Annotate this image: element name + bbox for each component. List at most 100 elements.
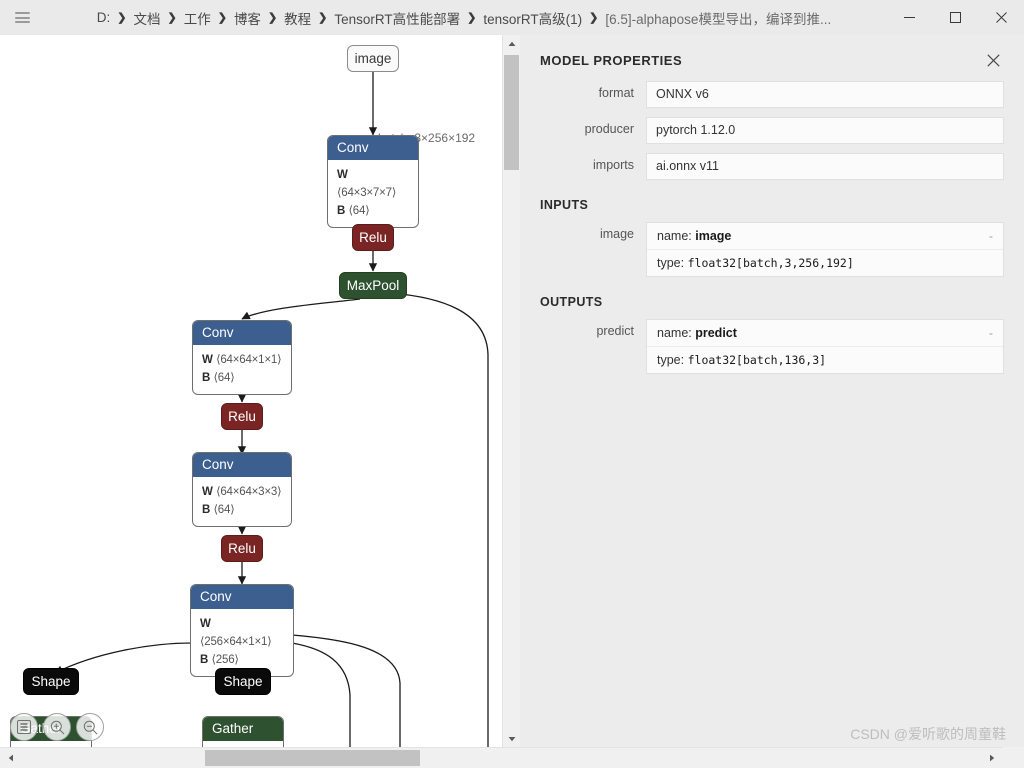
graph-node-conv-3[interactable]: Conv W ⟨64×64×3×3⟩ B ⟨64⟩ [192,452,292,527]
bias-value: ⟨256⟩ [211,654,239,666]
breadcrumb-item-2[interactable]: 工作 [184,8,211,28]
graph-node-gather-2[interactable]: Gather indices ⟨⟩ [202,716,284,747]
graph-canvas[interactable]: image batch×3×256×192 Conv W ⟨64×3×7×7⟩ … [0,35,520,747]
graph-node-conv-4[interactable]: Conv W ⟨256×64×1×1⟩ B ⟨256⟩ [190,584,294,677]
hamburger-menu-button[interactable] [0,0,44,35]
property-label: imports [593,158,634,172]
properties-close-button[interactable] [982,49,1004,71]
node-label: MaxPool [346,278,400,293]
breadcrumb-item-5[interactable]: TensorRT高性能部署 [334,8,460,28]
graph-node-shape-2[interactable]: Shape [215,668,271,695]
node-header: Gather [203,717,283,741]
property-value[interactable]: ONNX v6 [646,81,1004,108]
bias-key: B [337,205,346,217]
graph-horizontal-scrollbar[interactable] [0,747,1024,768]
zoom-in-icon [50,720,64,734]
node-header: Conv [193,321,291,345]
scroll-thumb-vertical[interactable] [504,55,519,170]
property-row-format: format ONNX v6 [540,81,1004,108]
graph-node-maxpool[interactable]: MaxPool [339,272,407,299]
output-collapse-toggle[interactable]: - [989,326,993,340]
breadcrumb-separator-icon: ❯ [467,12,477,24]
breadcrumb-item-7[interactable]: [6.5]-alphapose模型导出，编译到推... [605,8,831,28]
scroll-right-button[interactable] [983,748,1000,768]
scroll-down-button[interactable] [503,730,520,747]
breadcrumb-item-1[interactable]: 文档 [134,8,161,28]
node-body: W ⟨64×3×7×7⟩ B ⟨64⟩ [328,160,418,227]
property-value[interactable]: ai.onnx v11 [646,153,1004,180]
window-controls [886,0,1024,35]
section-title-outputs: OUTPUTS [540,295,603,309]
minimize-button[interactable] [886,0,932,35]
name-key: name: [657,326,692,340]
properties-icon [17,720,31,734]
node-label: Relu [359,230,387,245]
bias-key: B [202,504,211,516]
chevron-up-icon [508,41,515,46]
scroll-up-button[interactable] [503,35,520,52]
graph-node-relu-2[interactable]: Relu [221,403,263,430]
graph-node-conv-1[interactable]: Conv W ⟨64×3×7×7⟩ B ⟨64⟩ [327,135,419,228]
output-name-text: name: predict [657,326,737,340]
node-body: W ⟨64×64×1×1⟩ B ⟨64⟩ [193,345,291,394]
property-label: format [598,86,634,100]
chevron-right-icon [989,754,994,762]
breadcrumb-item-4[interactable]: 教程 [284,8,311,28]
breadcrumb-separator-icon: ❯ [318,12,328,24]
name-value: predict [695,326,737,340]
breadcrumb-separator-icon: ❯ [217,12,227,24]
node-label: Shape [223,674,263,689]
output-label: predict [596,324,634,338]
property-value[interactable]: pytorch 1.12.0 [646,117,1004,144]
property-row-imports: imports ai.onnx v11 [540,153,1004,180]
breadcrumb-item-3[interactable]: 博客 [234,8,261,28]
weight-key: W [202,354,213,366]
input-collapse-toggle[interactable]: - [989,229,993,243]
type-value: float32[batch,136,3] [687,353,827,367]
zoom-in-button[interactable] [43,713,71,741]
input-card[interactable]: name: image - type: float32[batch,3,256,… [646,222,1004,277]
model-properties-panel: MODEL PROPERTIES format ONNX v6 producer… [520,35,1024,747]
hamburger-icon [14,12,30,23]
weight-key: W [200,618,211,630]
properties-header: MODEL PROPERTIES [520,35,1024,81]
canvas-toolbar [10,713,104,741]
output-row-predict: predict name: predict - type: float32[ba… [540,319,1004,374]
weight-key: W [202,486,213,498]
properties-toggle-button[interactable] [10,713,38,741]
name-key: name: [657,229,692,243]
node-header: Conv [328,136,418,160]
graph-node-image[interactable]: image [347,45,399,72]
input-type-text: type: float32[batch,3,256,192] [657,256,854,270]
property-label: producer [584,122,634,136]
output-card[interactable]: name: predict - type: float32[batch,136,… [646,319,1004,374]
node-body: W ⟨64×64×3×3⟩ B ⟨64⟩ [193,477,291,526]
node-label: image [354,51,392,66]
section-title-inputs: INPUTS [540,198,589,212]
property-row-producer: producer pytorch 1.12.0 [540,117,1004,144]
scroll-thumb-horizontal[interactable] [205,750,420,766]
node-header: Conv [191,585,293,609]
graph-node-conv-2[interactable]: Conv W ⟨64×64×1×1⟩ B ⟨64⟩ [192,320,292,395]
scroll-left-button[interactable] [2,748,19,768]
weight-value: ⟨64×3×7×7⟩ [337,187,397,199]
close-button[interactable] [978,0,1024,35]
title-bar: D: ❯ 文档 ❯ 工作 ❯ 博客 ❯ 教程 ❯ TensorRT高性能部署 ❯ tensorRT高级(… [0,0,1024,35]
graph-vertical-scrollbar[interactable] [502,35,520,747]
close-icon [995,12,1007,23]
graph-node-relu-1[interactable]: Relu [352,224,394,251]
input-name-line: name: image - [647,223,1003,249]
weight-value: ⟨64×64×3×3⟩ [216,486,282,498]
input-label: image [599,227,634,241]
type-value: float32[batch,3,256,192] [687,256,854,270]
zoom-out-button[interactable] [76,713,104,741]
bias-value: ⟨64⟩ [348,205,370,217]
graph-node-shape-1[interactable]: Shape [23,668,79,695]
graph-node-relu-3[interactable]: Relu [221,535,263,562]
close-icon [986,53,1000,67]
breadcrumb-item-6[interactable]: tensorRT高级(1) [483,8,582,28]
breadcrumb-item-0[interactable]: D: [97,10,111,25]
breadcrumb-separator-icon: ❯ [167,12,177,24]
app-window: D: ❯ 文档 ❯ 工作 ❯ 博客 ❯ 教程 ❯ TensorRT高性能部署 ❯ tensorRT高级(… [0,0,1024,768]
maximize-button[interactable] [932,0,978,35]
